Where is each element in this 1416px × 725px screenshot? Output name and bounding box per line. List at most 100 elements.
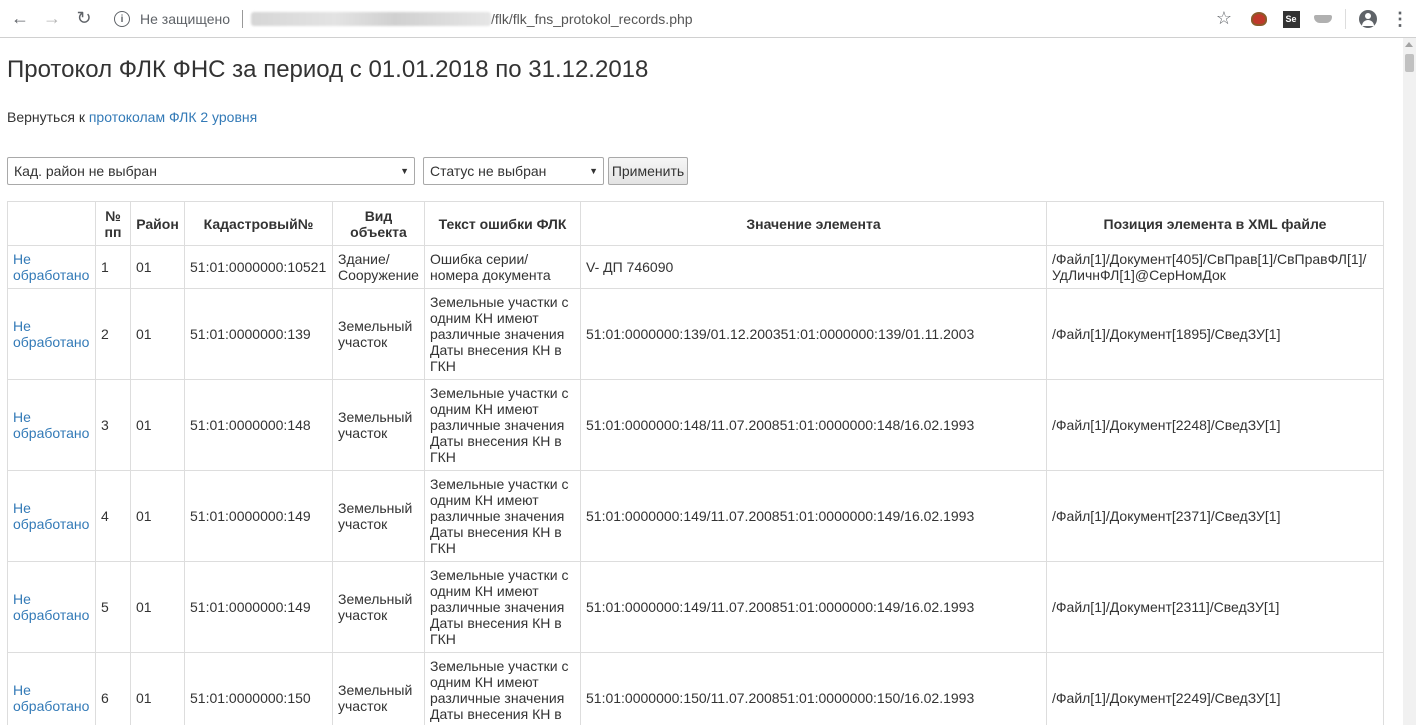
col-header-position: Позиция элемента в XML файле [1046, 201, 1384, 246]
num-cell: 5 [95, 561, 131, 653]
toolbar-divider [1345, 9, 1346, 29]
num-cell: 4 [95, 470, 131, 562]
blurred-host [251, 12, 491, 26]
back-link[interactable]: протоколам ФЛК 2 уровня [89, 109, 257, 125]
selenium-extension-icon[interactable]: Se [1275, 3, 1307, 35]
grey-extension-icon[interactable] [1307, 3, 1339, 35]
dropdown-arrow-icon: ▼ [589, 166, 598, 176]
status-link[interactable]: Не обработано [13, 591, 89, 623]
browser-toolbar: ← → ↻ i Не защищено /flk/flk_fns_protoko… [0, 0, 1416, 38]
num-cell: 3 [95, 379, 131, 471]
status-link[interactable]: Не обработано [13, 318, 89, 350]
object-type-cell: Земельный участок [332, 561, 425, 653]
position-cell: /Файл[1]/Документ[405]/СвПрав[1]/СвПравФ… [1046, 245, 1384, 289]
back-prefix: Вернуться к [7, 109, 89, 125]
records-table: № пп Район Кадастровый№ Вид объекта Текс… [7, 201, 1384, 725]
status-link[interactable]: Не обработано [13, 500, 89, 532]
district-select-value: Кад. район не выбран [14, 163, 157, 179]
cookie-extension-icon[interactable] [1243, 3, 1275, 35]
district-cell: 01 [130, 288, 185, 380]
status-select[interactable]: Статус не выбран ▼ [423, 157, 604, 185]
value-cell: 51:01:0000000:148/11.07.200851:01:000000… [580, 379, 1047, 471]
cadastral-cell: 51:01:0000000:149 [184, 561, 333, 653]
col-header-value: Значение элемента [580, 201, 1047, 246]
error-text-cell: Земельные участки с одним КН имеют разли… [424, 288, 581, 380]
cadastral-cell: 51:01:0000000:149 [184, 470, 333, 562]
table-header-row: № пп Район Кадастровый№ Вид объекта Текс… [7, 201, 1384, 246]
account-icon[interactable] [1352, 3, 1384, 35]
object-type-cell: Земельный участок [332, 470, 425, 562]
status-link[interactable]: Не обработано [13, 251, 89, 283]
url-path: /flk/flk_fns_protokol_records.php [491, 11, 693, 27]
scroll-up-arrow-icon[interactable] [1405, 42, 1413, 47]
back-arrow-icon[interactable]: ← [4, 3, 36, 35]
district-select[interactable]: Кад. район не выбран ▼ [7, 157, 415, 185]
district-cell: 01 [130, 245, 185, 289]
num-cell: 2 [95, 288, 131, 380]
forward-arrow-icon[interactable]: → [36, 3, 68, 35]
table-row: Не обработано 3 01 51:01:0000000:148 Зем… [7, 379, 1384, 471]
num-cell: 1 [95, 245, 131, 289]
col-header-num: № пп [95, 201, 131, 246]
status-cell: Не обработано [7, 379, 96, 471]
status-cell: Не обработано [7, 652, 96, 725]
status-cell: Не обработано [7, 288, 96, 380]
cadastral-cell: 51:01:0000000:10521 [184, 245, 333, 289]
security-label: Не защищено [140, 11, 230, 27]
cadastral-cell: 51:01:0000000:148 [184, 379, 333, 471]
extensions-area: Se ⋮ [1243, 0, 1416, 38]
col-header-error-text: Текст ошибки ФЛК [424, 201, 581, 246]
scroll-thumb[interactable] [1405, 54, 1414, 72]
apply-button[interactable]: Применить [608, 157, 688, 185]
object-type-cell: Земельный участок [332, 652, 425, 725]
status-cell: Не обработано [7, 561, 96, 653]
cadastral-cell: 51:01:0000000:150 [184, 652, 333, 725]
object-type-cell: Земельный участок [332, 288, 425, 380]
table-row: Не обработано 2 01 51:01:0000000:139 Зем… [7, 288, 1384, 380]
error-text-cell: Земельные участки с одним КН имеют разли… [424, 379, 581, 471]
district-cell: 01 [130, 561, 185, 653]
status-cell: Не обработано [7, 470, 96, 562]
value-cell: 51:01:0000000:149/11.07.200851:01:000000… [580, 561, 1047, 653]
num-cell: 6 [95, 652, 131, 725]
error-text-cell: Земельные участки с одним КН имеют разли… [424, 652, 581, 725]
value-cell: 51:01:0000000:150/11.07.200851:01:000000… [580, 652, 1047, 725]
position-cell: /Файл[1]/Документ[2248]/СведЗУ[1] [1046, 379, 1384, 471]
col-header-status [7, 201, 96, 246]
district-cell: 01 [130, 652, 185, 725]
position-cell: /Файл[1]/Документ[1895]/СведЗУ[1] [1046, 288, 1384, 380]
position-cell: /Файл[1]/Документ[2249]/СведЗУ[1] [1046, 652, 1384, 725]
error-text-cell: Ошибка серии/ номера документа [424, 245, 581, 289]
col-header-district: Район [130, 201, 185, 246]
status-link[interactable]: Не обработано [13, 682, 89, 714]
col-header-cadastral: Кадастровый№ [184, 201, 333, 246]
value-cell: V- ДП 746090 [580, 245, 1047, 289]
district-cell: 01 [130, 470, 185, 562]
address-divider [242, 10, 243, 28]
info-icon[interactable]: i [114, 11, 130, 27]
vertical-scrollbar[interactable] [1403, 38, 1416, 725]
value-cell: 51:01:0000000:149/11.07.200851:01:000000… [580, 470, 1047, 562]
object-type-cell: Здание/ Сооружение [332, 245, 425, 289]
address-bar[interactable]: i Не защищено /flk/flk_fns_protokol_reco… [108, 4, 1238, 34]
status-link[interactable]: Не обработано [13, 409, 89, 441]
dropdown-arrow-icon: ▼ [400, 166, 409, 176]
page-content: Протокол ФЛК ФНС за период с 01.01.2018 … [0, 38, 1403, 725]
reload-icon[interactable]: ↻ [68, 3, 100, 35]
position-cell: /Файл[1]/Документ[2371]/СведЗУ[1] [1046, 470, 1384, 562]
table-row: Не обработано 4 01 51:01:0000000:149 Зем… [7, 470, 1384, 562]
selenium-label: Se [1282, 10, 1300, 28]
page-title: Протокол ФЛК ФНС за период с 01.01.2018 … [7, 56, 649, 83]
cadastral-cell: 51:01:0000000:139 [184, 288, 333, 380]
error-text-cell: Земельные участки с одним КН имеют разли… [424, 561, 581, 653]
bookmark-star-icon[interactable]: ☆ [1216, 8, 1232, 29]
table-row: Не обработано 5 01 51:01:0000000:149 Зем… [7, 561, 1384, 653]
object-type-cell: Земельный участок [332, 379, 425, 471]
district-cell: 01 [130, 379, 185, 471]
back-line: Вернуться к протоколам ФЛК 2 уровня [7, 109, 257, 125]
error-text-cell: Земельные участки с одним КН имеют разли… [424, 470, 581, 562]
menu-kebab-icon[interactable]: ⋮ [1384, 3, 1416, 35]
table-row: Не обработано 6 01 51:01:0000000:150 Зем… [7, 652, 1384, 725]
col-header-object-type: Вид объекта [332, 201, 425, 246]
status-select-value: Статус не выбран [430, 163, 547, 179]
